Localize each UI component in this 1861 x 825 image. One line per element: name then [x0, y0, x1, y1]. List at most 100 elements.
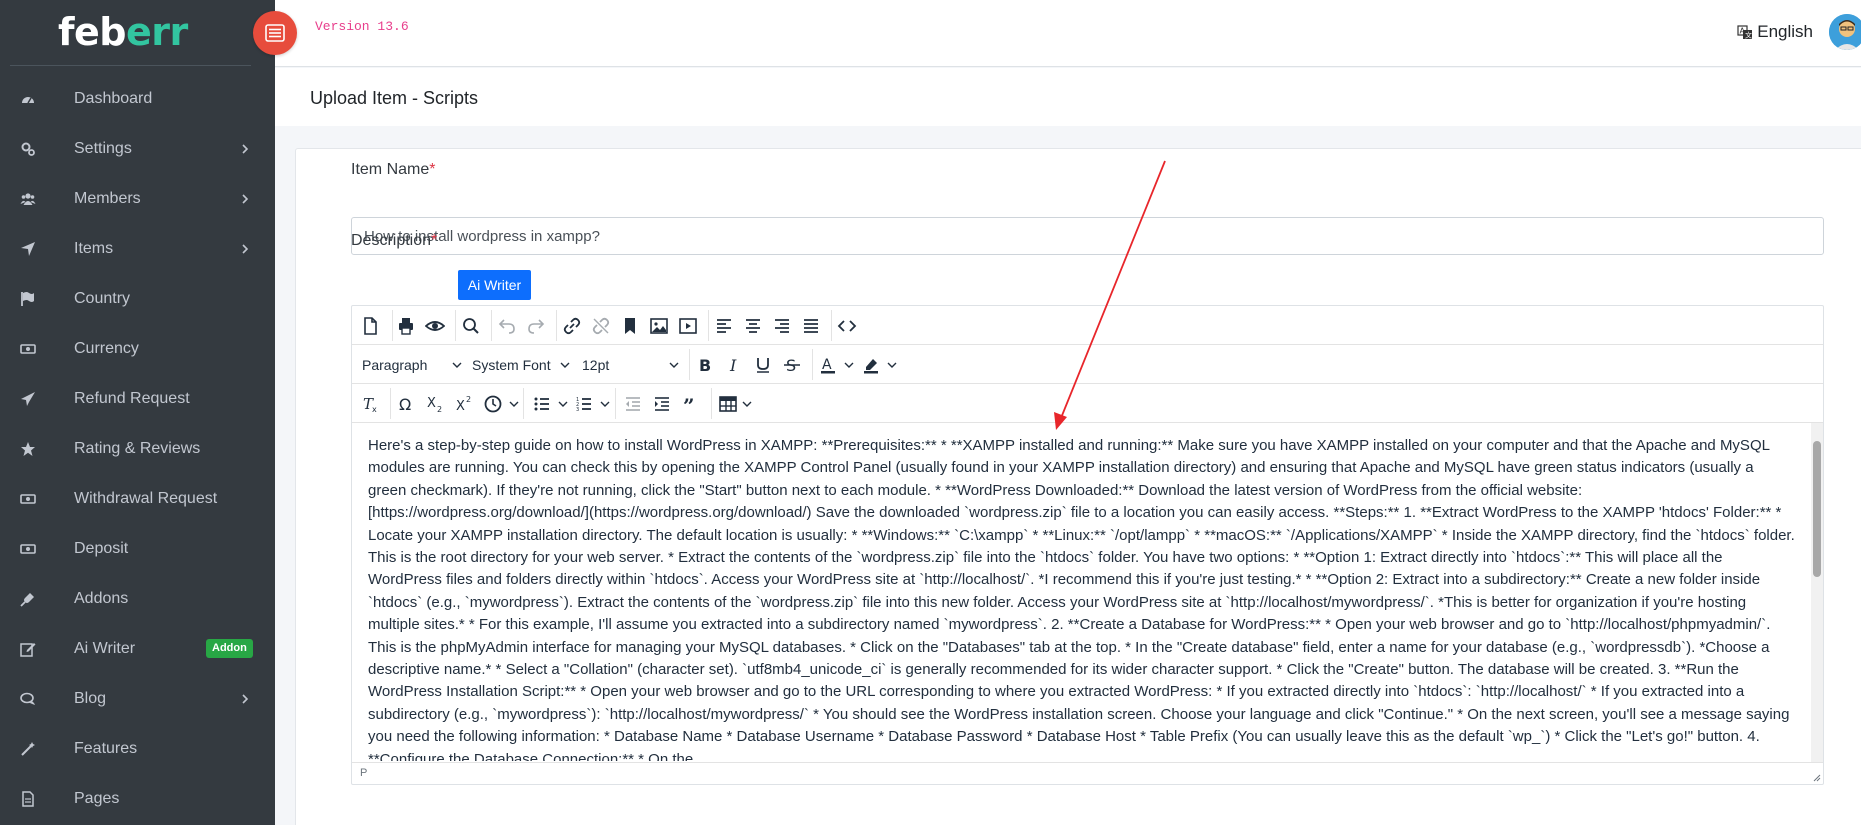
sidebar-item-items[interactable]: Items	[0, 224, 275, 274]
resize-handle-icon[interactable]	[1811, 772, 1821, 782]
chevron-right-icon	[240, 689, 250, 709]
chevron-down-icon	[452, 362, 462, 368]
sidebar-item-settings[interactable]: Settings	[0, 124, 275, 174]
sidebar-item-label: Features	[74, 740, 138, 757]
sidebar-item-dashboard[interactable]: Dashboard	[0, 74, 275, 124]
clear-formatting-button[interactable]: Tx	[356, 390, 384, 418]
menu-toggle-button[interactable]	[253, 11, 297, 55]
superscript-icon: X2	[456, 395, 471, 414]
sidebar-item-features[interactable]: Features	[0, 724, 275, 774]
chevron-down-icon[interactable]	[887, 360, 897, 370]
flag-icon	[20, 291, 36, 307]
chevron-down-icon[interactable]	[742, 399, 752, 409]
sidebar-item-label: Dashboard	[74, 90, 153, 107]
image-button[interactable]	[645, 312, 673, 340]
toolbar-separator	[615, 388, 616, 419]
page-header: Upload Item - Scripts	[275, 68, 1861, 126]
upload-form-card: Item Name* Description* Ai Writer	[295, 148, 1861, 825]
italic-button[interactable]: I	[720, 351, 748, 379]
image-icon	[650, 318, 668, 334]
indent-icon	[655, 397, 669, 411]
avatar[interactable]	[1829, 14, 1861, 50]
file-icon	[20, 791, 36, 807]
sidebar-item-members[interactable]: Members	[0, 174, 275, 224]
brand-logo[interactable]: feberr	[58, 10, 188, 54]
link-button[interactable]	[558, 312, 586, 340]
editor-content[interactable]: Here's a step-by-step guide on how to in…	[352, 423, 1811, 761]
align-center-button[interactable]	[739, 312, 767, 340]
table-button[interactable]	[714, 390, 742, 418]
media-button[interactable]	[674, 312, 702, 340]
toolbar-separator	[523, 388, 524, 419]
toolbar-separator	[390, 388, 391, 419]
svg-text:A: A	[822, 357, 832, 373]
underline-button[interactable]	[749, 351, 777, 379]
redo-button[interactable]	[522, 312, 550, 340]
language-selector[interactable]: A 文 English	[1737, 22, 1813, 42]
sidebar-item-deposit[interactable]: Deposit	[0, 524, 275, 574]
sidebar-item-pages[interactable]: Pages	[0, 774, 275, 824]
chevron-down-icon	[560, 362, 570, 368]
sidebar-item-refund-request[interactable]: Refund Request	[0, 374, 275, 424]
block-format-select[interactable]: Paragraph	[362, 351, 462, 379]
sidebar-item-ai-writer[interactable]: Ai Writer Addon	[0, 624, 275, 674]
strikethrough-icon: S	[784, 356, 800, 375]
special-character-button[interactable]: Ω	[392, 390, 420, 418]
chevron-down-icon[interactable]	[600, 399, 610, 409]
find-button[interactable]	[457, 312, 485, 340]
highlight-color-button[interactable]	[857, 351, 885, 379]
money-icon	[20, 341, 36, 357]
chevron-down-icon[interactable]	[558, 399, 568, 409]
justify-button[interactable]	[797, 312, 825, 340]
align-right-button[interactable]	[768, 312, 796, 340]
sidebar-item-withdrawal-request[interactable]: Withdrawal Request	[0, 474, 275, 524]
bold-button[interactable]: B	[691, 351, 719, 379]
svg-text:2: 2	[437, 405, 442, 414]
chevron-down-icon[interactable]	[509, 399, 519, 409]
print-button[interactable]	[392, 312, 420, 340]
align-left-button[interactable]	[710, 312, 738, 340]
sidebar-item-blog[interactable]: Blog	[0, 674, 275, 724]
svg-text:B: B	[699, 356, 711, 375]
undo-icon	[498, 319, 515, 334]
chevron-down-icon[interactable]	[844, 360, 854, 370]
ai-writer-button[interactable]: Ai Writer	[458, 270, 531, 300]
bullet-list-button[interactable]	[528, 390, 556, 418]
insert-datetime-button[interactable]	[479, 390, 507, 418]
sidebar-item-rating-reviews[interactable]: Rating & Reviews	[0, 424, 275, 474]
unlink-icon	[592, 317, 610, 335]
new-document-button[interactable]	[356, 312, 384, 340]
font-size-select[interactable]: 12pt	[582, 351, 679, 379]
svg-text:”: ”	[683, 394, 695, 414]
dashboard-icon	[20, 91, 36, 107]
editor-toolbar-row-2: Paragraph System Font 12pt B I S A	[352, 345, 1823, 384]
bullet-list-icon	[534, 397, 549, 411]
font-family-select[interactable]: System Font	[472, 351, 570, 379]
language-icon: A 文	[1737, 25, 1753, 40]
subscript-button[interactable]: X2	[421, 390, 449, 418]
scrollbar-thumb[interactable]	[1813, 441, 1821, 577]
undo-button[interactable]	[493, 312, 521, 340]
outdent-button[interactable]	[619, 390, 647, 418]
indent-button[interactable]	[648, 390, 676, 418]
editor-scrollbar[interactable]	[1811, 423, 1823, 763]
svg-text:2: 2	[466, 395, 471, 404]
text-color-button[interactable]: A	[814, 351, 842, 379]
unlink-button[interactable]	[587, 312, 615, 340]
sidebar-item-addons[interactable]: Addons	[0, 574, 275, 624]
source-code-button[interactable]	[833, 312, 861, 340]
preview-button[interactable]	[421, 312, 449, 340]
editor-toolbar-row-3: Tx Ω X2 X2 123 ”	[352, 384, 1823, 423]
sidebar-item-label: Blog	[74, 690, 107, 707]
superscript-button[interactable]: X2	[450, 390, 478, 418]
strikethrough-button[interactable]: S	[778, 351, 806, 379]
blockquote-button[interactable]: ”	[677, 390, 705, 418]
sidebar-item-country[interactable]: Country	[0, 274, 275, 324]
anchor-button[interactable]	[616, 312, 644, 340]
clear-format-icon: Tx	[363, 395, 377, 414]
sidebar-item-currency[interactable]: Currency	[0, 324, 275, 374]
numbered-list-button[interactable]: 123	[570, 390, 598, 418]
eye-icon	[425, 321, 445, 331]
element-path[interactable]: P	[360, 767, 367, 779]
item-name-input[interactable]	[351, 217, 1824, 255]
